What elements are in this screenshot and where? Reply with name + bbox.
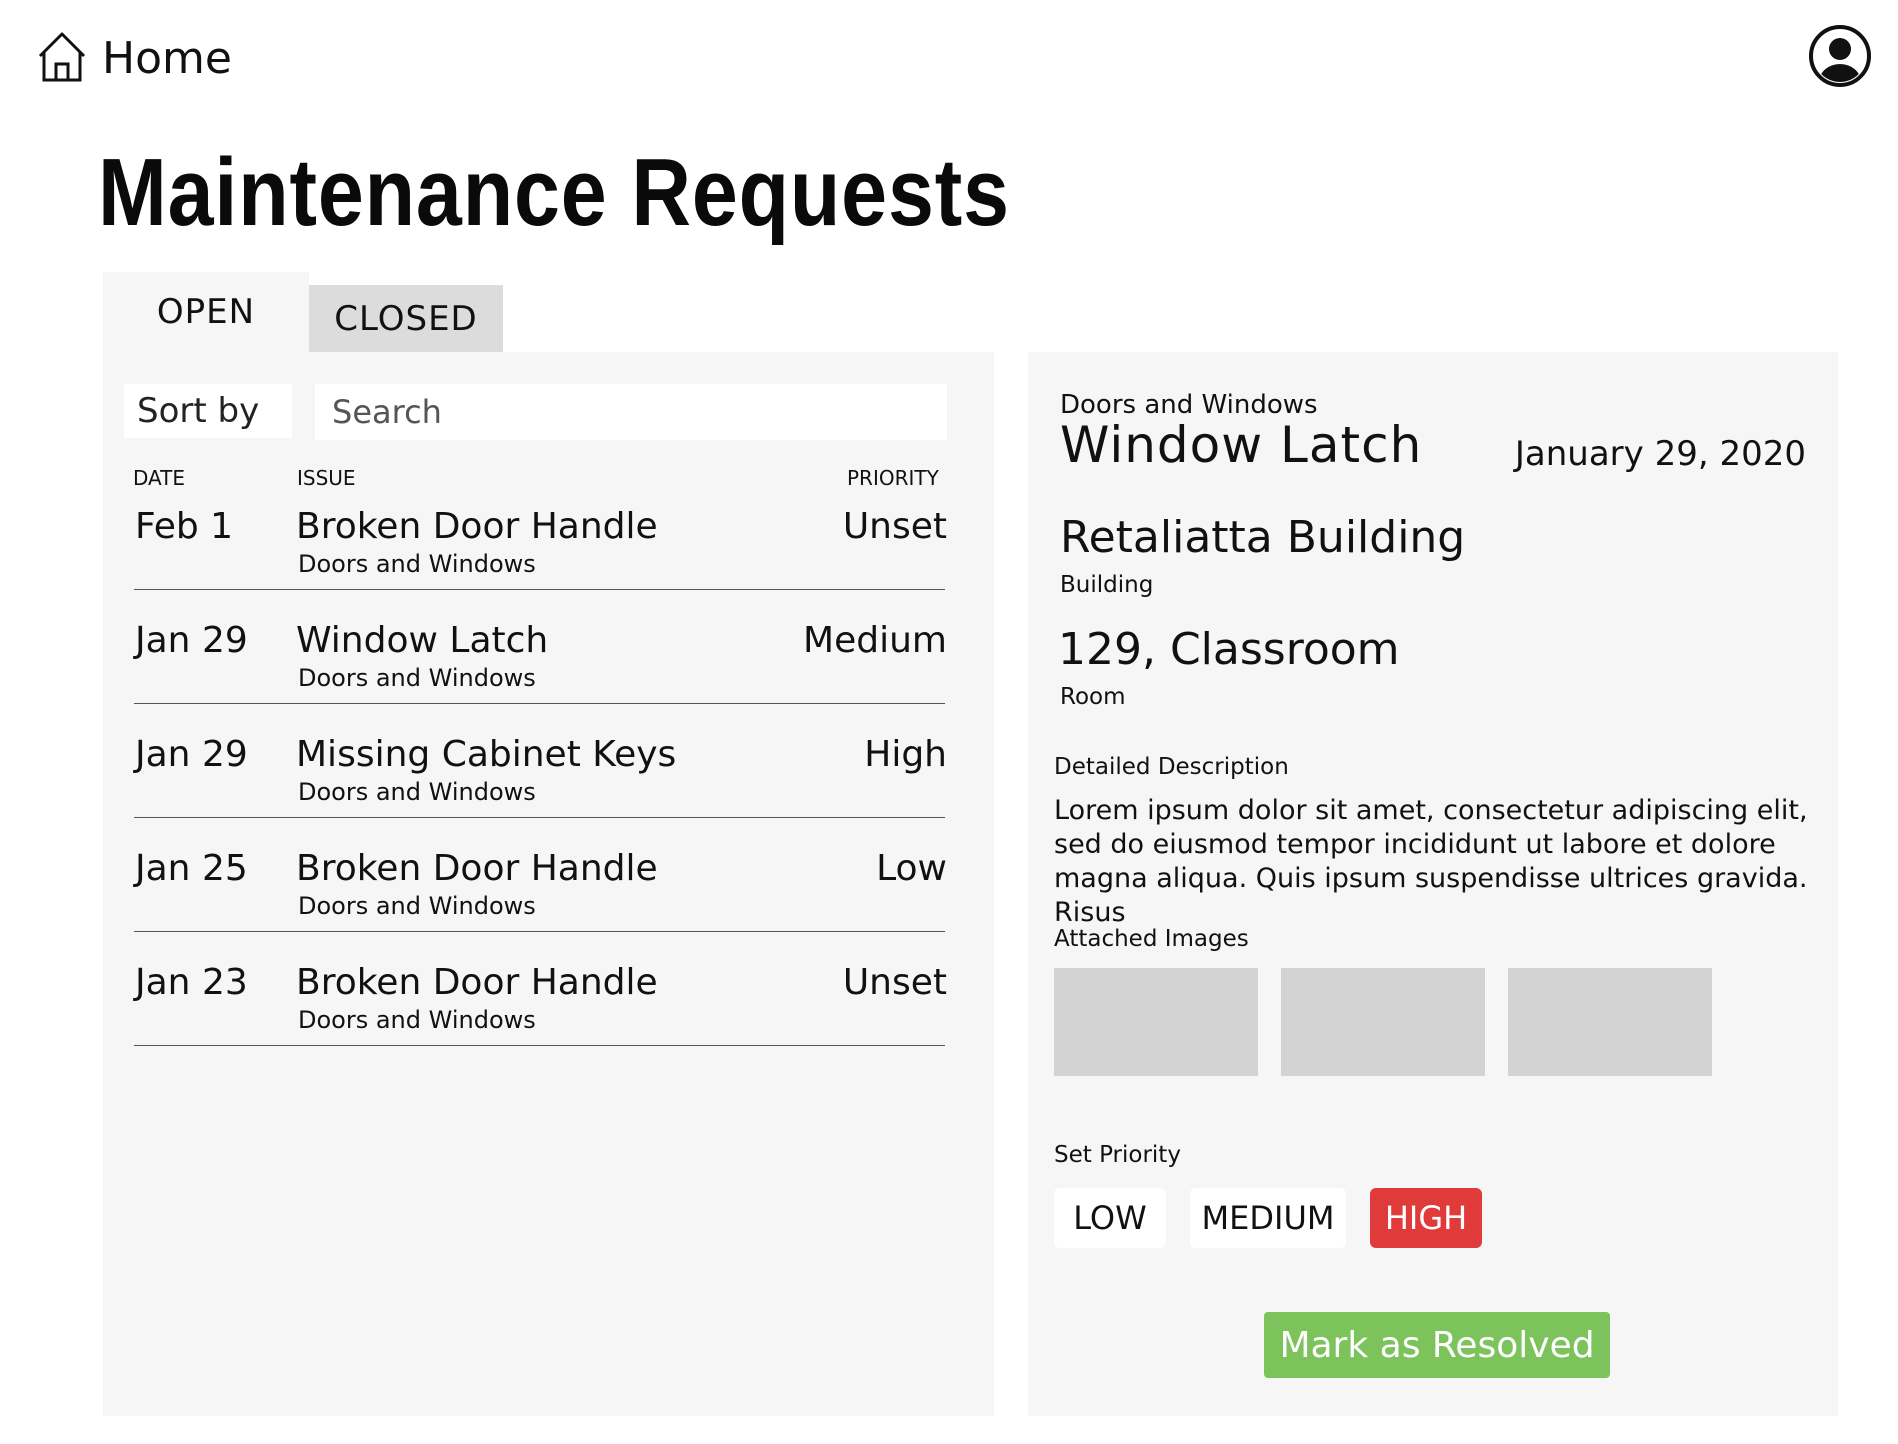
description-text: Lorem ipsum dolor sit amet, consectetur … [1054,795,1808,928]
page: Home Maintenance Requests OPEN CLOSED So… [0,0,1898,1444]
sort-by-button[interactable]: Sort by [124,384,292,438]
request-detail-panel: Doors and Windows Window Latch January 2… [1028,352,1838,1416]
request-date: Jan 25 [135,848,248,889]
request-row[interactable]: Feb 1 Broken Door Handle Doors and Windo… [134,476,947,590]
request-category: Doors and Windows [298,892,536,920]
detail-room: 129, Classroom [1058,624,1400,675]
detail-room-label: Room [1060,684,1126,710]
request-priority: High [864,734,947,775]
request-title: Broken Door Handle [296,848,658,889]
request-row[interactable]: Jan 29 Missing Cabinet Keys Doors and Wi… [134,704,947,818]
request-category: Doors and Windows [298,550,536,578]
request-title: Broken Door Handle [296,506,658,547]
request-row[interactable]: Jan 29 Window Latch Doors and Windows Me… [134,590,947,704]
attached-image-thumbnail[interactable] [1281,968,1485,1076]
priority-medium-button[interactable]: MEDIUM [1190,1188,1346,1248]
request-date: Jan 29 [135,734,248,775]
user-avatar-icon[interactable] [1808,24,1872,88]
request-title: Missing Cabinet Keys [296,734,677,775]
request-priority: Medium [803,620,947,661]
request-title: Window Latch [296,620,549,661]
home-label: Home [102,32,232,84]
tab-closed[interactable]: CLOSED [309,285,503,352]
mark-resolved-button[interactable]: Mark as Resolved [1264,1312,1610,1378]
request-category: Doors and Windows [298,778,536,806]
priority-low-button[interactable]: LOW [1054,1188,1166,1248]
detail-building: Retaliatta Building [1060,512,1466,563]
detail-date: January 29, 2020 [1514,434,1806,474]
attached-image-thumbnail[interactable] [1508,968,1712,1076]
tab-open[interactable]: OPEN [103,272,309,352]
priority-high-button[interactable]: HIGH [1370,1188,1482,1248]
set-priority-label: Set Priority [1054,1142,1181,1168]
request-date: Jan 23 [135,962,248,1003]
request-row[interactable]: Jan 25 Broken Door Handle Doors and Wind… [134,818,947,932]
detail-building-label: Building [1060,572,1154,598]
page-title: Maintenance Requests [98,139,1010,246]
attached-image-thumbnail[interactable] [1054,968,1258,1076]
description-label: Detailed Description [1054,754,1289,780]
request-priority: Low [876,848,947,889]
request-date: Jan 29 [135,620,248,661]
search-input[interactable] [315,384,947,440]
request-date: Feb 1 [135,506,234,547]
request-category: Doors and Windows [298,664,536,692]
request-list-panel: Sort by DATE ISSUE PRIORITY Feb 1 Broken… [103,352,994,1416]
request-priority: Unset [842,506,947,547]
detail-title: Window Latch [1060,416,1423,474]
home-icon [38,32,86,82]
request-priority: Unset [842,962,947,1003]
request-category: Doors and Windows [298,1006,536,1034]
request-title: Broken Door Handle [296,962,658,1003]
attached-images-label: Attached Images [1054,926,1249,952]
request-row[interactable]: Jan 23 Broken Door Handle Doors and Wind… [134,932,947,1046]
home-link[interactable]: Home [36,30,232,86]
